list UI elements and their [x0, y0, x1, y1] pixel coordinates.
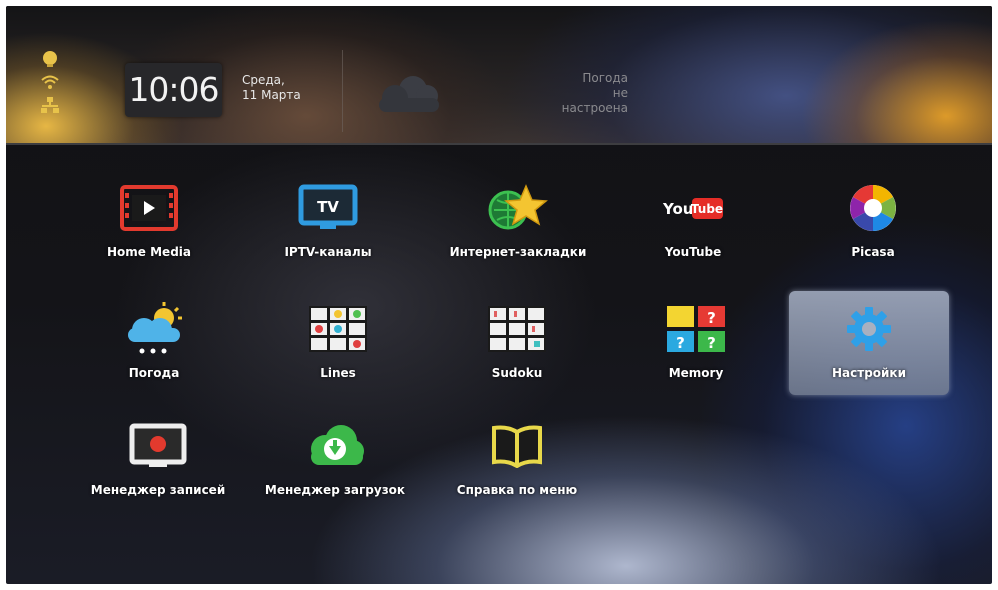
weather-status[interactable]: Погода не настроена [530, 71, 628, 116]
menu-item-label: YouTube [664, 245, 722, 259]
bulb-icon [43, 51, 57, 67]
date: Среда, 11 Марта [242, 73, 301, 103]
status-icons [40, 50, 60, 120]
date-value: 11 Марта [242, 88, 301, 102]
menu-item-label: Sudoku [491, 366, 543, 380]
menu-item-lines[interactable]: Lines [258, 291, 418, 395]
menu-item-label: Интернет-закладки [449, 245, 587, 259]
menu-item-downloads[interactable]: Менеджер загрузок [255, 408, 415, 512]
weather-line-1: Погода [582, 71, 628, 85]
tv-icon-text: TV [317, 198, 339, 216]
youtube-you-text: You [662, 200, 693, 218]
book-icon [492, 425, 542, 468]
menu-item-weather[interactable]: Погода [74, 291, 234, 395]
menu-item-label: Picasa [851, 245, 895, 259]
tv-icon: TV [298, 184, 358, 229]
clock-time: 10:06 [128, 70, 219, 109]
menu-item-label: IPTV-каналы [284, 245, 372, 259]
menu-item-label: Настройки [831, 366, 906, 380]
memory-q-3: ? [707, 334, 716, 352]
menu-item-bookmarks[interactable]: Интернет-закладки [438, 170, 598, 274]
menu-item-label: Home Media [107, 245, 191, 259]
menu-item-label: Погода [128, 366, 180, 380]
weather-line-2: не [612, 86, 628, 100]
weather-icon [128, 302, 182, 354]
menu-item-home-media[interactable]: Home Media [69, 170, 229, 274]
divider [342, 50, 343, 132]
menu-item-recordings[interactable]: Менеджер записей [78, 408, 238, 512]
menu-item-label: Менеджер загрузок [264, 483, 406, 497]
memory-q-1: ? [707, 309, 716, 327]
youtube-icon: You Tube [662, 198, 723, 219]
top-status-bar: 10:06 Среда, 11 Марта Погода не настроен… [6, 6, 992, 145]
cloud-icon [379, 76, 439, 112]
download-icon [311, 425, 364, 465]
sudoku-icon [488, 306, 546, 352]
network-icon [41, 97, 59, 113]
menu-item-label: Справка по меню [456, 483, 578, 497]
wifi-icon [41, 75, 59, 89]
memory-icon: ? ? ? [667, 306, 725, 352]
record-icon [129, 423, 187, 467]
date-day: Среда, [242, 73, 285, 87]
menu-item-label: Memory [668, 366, 724, 380]
clock: 10:06 [125, 63, 222, 117]
gear-icon [847, 307, 891, 351]
youtube-tube-text: Tube [691, 202, 723, 216]
menu-item-settings[interactable]: Настройки [789, 291, 949, 395]
menu-item-label: Lines [320, 366, 356, 380]
bookmarks-icon [488, 184, 548, 230]
menu-item-iptv[interactable]: TV IPTV-каналы [248, 170, 408, 274]
lines-icon [309, 306, 367, 352]
weather-line-3: настроена [561, 101, 628, 115]
menu-item-youtube[interactable]: You Tube YouTube [613, 170, 773, 274]
home-media-icon [120, 185, 178, 231]
tv-screen: 10:06 Среда, 11 Марта Погода не настроен… [6, 6, 992, 584]
menu-item-memory[interactable]: ? ? ? Memory [616, 291, 776, 395]
menu-item-picasa[interactable]: Picasa [793, 170, 953, 274]
picasa-icon [850, 185, 896, 231]
menu-item-sudoku[interactable]: Sudoku [437, 291, 597, 395]
menu-item-label: Менеджер записей [90, 483, 226, 497]
menu-item-help[interactable]: Справка по меню [437, 408, 597, 512]
memory-q-2: ? [676, 334, 685, 352]
